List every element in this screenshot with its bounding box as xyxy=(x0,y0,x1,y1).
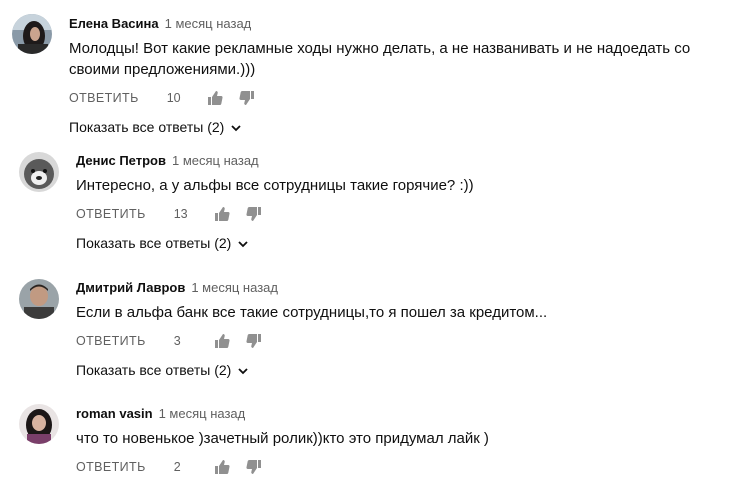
reply-button[interactable]: ОТВЕТИТЬ xyxy=(76,334,146,348)
avatar[interactable] xyxy=(19,279,59,319)
thumb-down-icon[interactable] xyxy=(239,90,255,106)
comment-text: Интересно, а у альфы все сотрудницы таки… xyxy=(76,177,474,194)
chevron-down-icon xyxy=(237,364,249,376)
reply-button[interactable]: ОТВЕТИТЬ xyxy=(69,91,139,105)
comment-timestamp[interactable]: 1 месяц назад xyxy=(159,406,246,421)
show-replies-button[interactable]: Показать все ответы (2) xyxy=(76,235,249,251)
show-replies-button[interactable]: Показать все ответы (2) xyxy=(69,119,242,135)
comment-timestamp[interactable]: 1 месяц назад xyxy=(165,16,252,31)
like-count: 2 xyxy=(173,460,181,474)
thumb-up-icon[interactable] xyxy=(214,459,230,475)
chevron-down-icon xyxy=(237,237,249,249)
show-replies-label: Показать все ответы (2) xyxy=(76,235,232,251)
show-replies-label: Показать все ответы (2) xyxy=(69,119,225,135)
avatar[interactable] xyxy=(12,14,52,54)
reply-button[interactable]: ОТВЕТИТЬ xyxy=(76,460,146,474)
thumb-down-icon[interactable] xyxy=(246,333,262,349)
avatar[interactable] xyxy=(19,152,59,192)
like-count: 3 xyxy=(173,334,181,348)
reply-button[interactable]: ОТВЕТИТЬ xyxy=(76,207,146,221)
thumb-down-icon[interactable] xyxy=(246,459,262,475)
comment-timestamp[interactable]: 1 месяц назад xyxy=(191,280,278,295)
comment-timestamp[interactable]: 1 месяц назад xyxy=(172,153,259,168)
chevron-down-icon xyxy=(230,121,242,133)
like-count: 13 xyxy=(173,207,188,221)
show-replies-label: Показать все ответы (2) xyxy=(76,362,232,378)
thumb-up-icon[interactable] xyxy=(214,333,230,349)
avatar[interactable] xyxy=(19,404,59,444)
comment-author[interactable]: Дмитрий Лавров xyxy=(76,280,185,295)
show-replies-button[interactable]: Показать все ответы (2) xyxy=(76,362,249,378)
comment-author[interactable]: roman vasin xyxy=(76,406,153,421)
comment-author[interactable]: Денис Петров xyxy=(76,153,166,168)
like-count: 10 xyxy=(166,91,181,105)
comment-text: Молодцы! Вот какие рекламные ходы нужно … xyxy=(69,40,691,78)
thumb-up-icon[interactable] xyxy=(214,206,230,222)
comment-text: Если в альфа банк все такие сотрудницы,т… xyxy=(76,304,548,321)
thumb-down-icon[interactable] xyxy=(246,206,262,222)
thumb-up-icon[interactable] xyxy=(207,90,223,106)
comment-author[interactable]: Елена Васина xyxy=(69,16,159,31)
comment-text: что то новенькое )зачетный ролик))кто эт… xyxy=(76,430,489,447)
